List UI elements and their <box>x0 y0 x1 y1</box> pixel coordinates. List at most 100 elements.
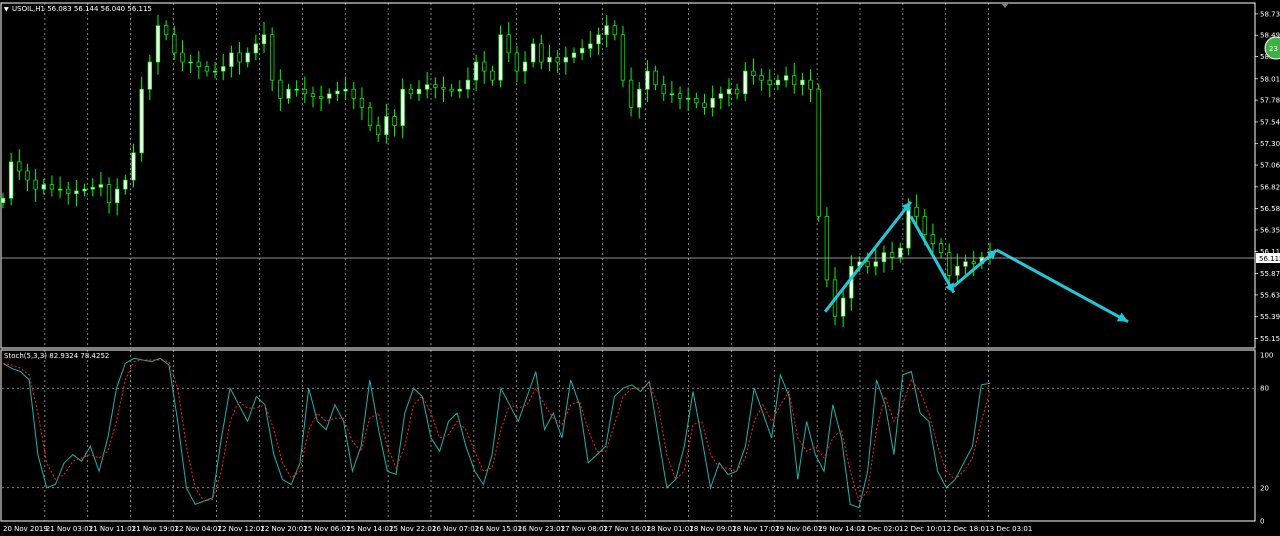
candle-body <box>408 88 414 95</box>
candle-body <box>955 265 960 276</box>
stoch-tick-label: 0 <box>1260 518 1264 526</box>
candle-body <box>204 66 210 72</box>
candle-body <box>82 188 87 192</box>
candle-body <box>775 79 781 86</box>
candle-body <box>808 79 813 90</box>
candle-body <box>792 75 797 86</box>
time-tick-label: 29 Nov 06:01 <box>775 525 822 533</box>
candle-body <box>661 84 666 95</box>
price-tick-label: 58.015 <box>1260 75 1280 83</box>
candle-body <box>318 96 324 99</box>
price-tick-label: 57.780 <box>1260 97 1280 105</box>
candle-body <box>57 188 63 191</box>
candle-body <box>327 93 332 99</box>
stoch-header: Stoch(5,3,3) 82.9324 78.4252 <box>4 352 109 360</box>
candle-body <box>881 252 887 263</box>
candle-body <box>261 34 267 45</box>
candle-body <box>98 184 104 188</box>
time-tick-label: 2 Dec 02:01 <box>861 525 904 533</box>
candle-body <box>425 84 430 90</box>
time-tick-label: 29 Nov 14:01 <box>818 525 865 533</box>
candle-body <box>694 97 699 104</box>
candle-body <box>449 88 454 92</box>
price-tick-label: 56.825 <box>1260 183 1280 191</box>
candle-body <box>645 70 650 90</box>
candle-body <box>253 43 259 54</box>
price-tick-label: 55.155 <box>1260 335 1280 343</box>
chart-menu-icon[interactable]: ▼ <box>4 6 9 13</box>
candle-body <box>963 261 968 267</box>
price-tick-label: 55.395 <box>1260 313 1280 321</box>
candle-body <box>922 216 927 235</box>
candle-body <box>131 152 136 181</box>
candle-body <box>971 261 976 264</box>
candle-body <box>889 252 895 258</box>
candle-body <box>294 88 299 91</box>
time-tick-label: 28 Nov 17:01 <box>732 525 779 533</box>
candle-body <box>25 170 30 181</box>
candle-body <box>506 34 511 54</box>
time-tick-label: 25 Nov 06:01 <box>303 525 350 533</box>
candle-body <box>245 52 250 63</box>
candle-body <box>286 88 291 99</box>
candle-body <box>718 93 723 99</box>
candle-body <box>180 52 185 63</box>
candle-body <box>547 57 552 63</box>
candle-body <box>563 57 568 63</box>
time-tick-label: 2 Dec 10:01 <box>904 525 947 533</box>
candle-body <box>17 161 22 172</box>
stoch-tick-label: 20 <box>1260 484 1269 492</box>
price-tick-label: 56.350 <box>1260 226 1280 234</box>
price-tick-label: 57.300 <box>1260 140 1280 148</box>
candle-body <box>237 52 242 63</box>
price-tick-label: 55.635 <box>1260 291 1280 299</box>
candle-body <box>400 88 405 126</box>
candle-body <box>482 61 487 72</box>
candle-body <box>767 79 772 86</box>
time-tick-label: 22 Nov 20:01 <box>260 525 307 533</box>
time-tick-label: 3 Dec 03:01 <box>990 525 1033 533</box>
candle-body <box>433 84 438 88</box>
price-tick-label: 56.585 <box>1260 205 1280 213</box>
candle-body <box>628 79 634 108</box>
candle-body <box>473 61 479 81</box>
candle-body <box>212 70 218 73</box>
candle-body <box>123 179 128 190</box>
candle-body <box>596 34 601 45</box>
trading-chart[interactable]: 58.73058.49558.26058.01557.78057.54057.3… <box>0 0 1280 536</box>
candle-body <box>0 197 6 204</box>
candle-body <box>465 79 471 90</box>
candle-body <box>367 107 373 126</box>
candle-body <box>914 206 919 217</box>
candle-body <box>196 61 201 67</box>
time-tick-label: 21 Nov 19:01 <box>132 525 179 533</box>
candle-body <box>702 102 707 108</box>
candle-body <box>579 48 585 54</box>
candle-body <box>514 52 520 72</box>
candle-body <box>147 61 152 90</box>
candle-body <box>270 34 275 81</box>
candle-body <box>751 70 756 76</box>
candle-body <box>302 88 307 95</box>
candle-body <box>359 97 365 108</box>
candle-body <box>604 25 609 36</box>
price-tick-label: 55.870 <box>1260 270 1280 278</box>
candle-body <box>49 184 55 190</box>
candle-body <box>571 52 577 58</box>
candle-body <box>531 43 536 63</box>
price-tick-label: 57.540 <box>1260 118 1280 126</box>
candle-body <box>392 116 397 126</box>
candle-body <box>490 70 495 81</box>
price-tick-label: 57.065 <box>1260 162 1280 170</box>
candle-body <box>637 88 642 108</box>
candle-body <box>229 52 234 67</box>
candle-body <box>588 43 593 49</box>
candle-body <box>376 125 381 135</box>
stoch-tick-label: 100 <box>1260 352 1273 360</box>
candle-body <box>873 261 878 267</box>
time-tick-label: 28 Nov 01:01 <box>647 525 694 533</box>
candle-body <box>41 184 46 190</box>
candle-body <box>612 25 617 36</box>
time-tick-label: 25 Nov 22:01 <box>389 525 436 533</box>
time-tick-label: 25 Nov 14:01 <box>346 525 393 533</box>
